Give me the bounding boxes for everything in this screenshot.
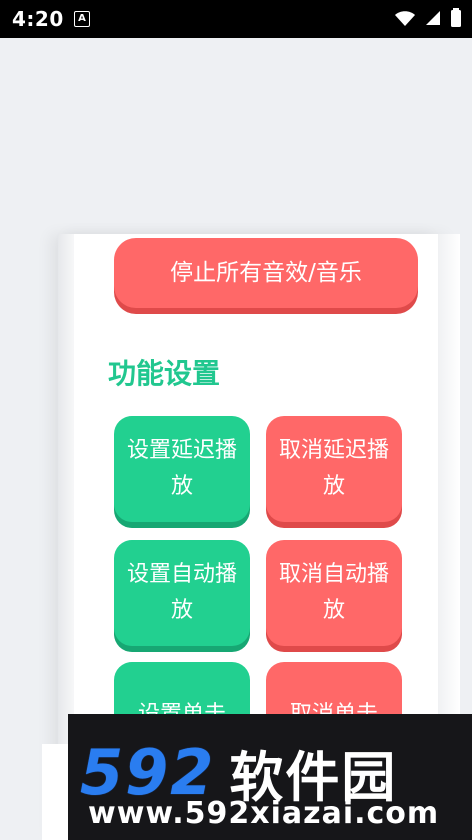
status-icons (394, 8, 462, 28)
section-title: 功能设置 (108, 357, 221, 390)
cancel-auto-play-button[interactable]: 取消自动播放 (266, 540, 402, 646)
blank-area (0, 38, 472, 234)
signal-icon (426, 11, 440, 25)
set-auto-play-button[interactable]: 设置自动播放 (114, 540, 250, 646)
status-time: 4:20 (12, 7, 64, 31)
notification-icon: A (74, 11, 90, 27)
watermark-url: www.592xiazai.com (88, 796, 440, 831)
watermark-side-block (42, 744, 68, 840)
wifi-icon (395, 11, 415, 26)
stop-all-sounds-button[interactable]: 停止所有音效/音乐 (114, 238, 418, 308)
cancel-delay-play-button[interactable]: 取消延迟播放 (266, 416, 402, 522)
status-bar: 4:20 A (0, 0, 472, 38)
set-delay-play-button[interactable]: 设置延迟播放 (114, 416, 250, 522)
battery-icon (451, 8, 461, 27)
